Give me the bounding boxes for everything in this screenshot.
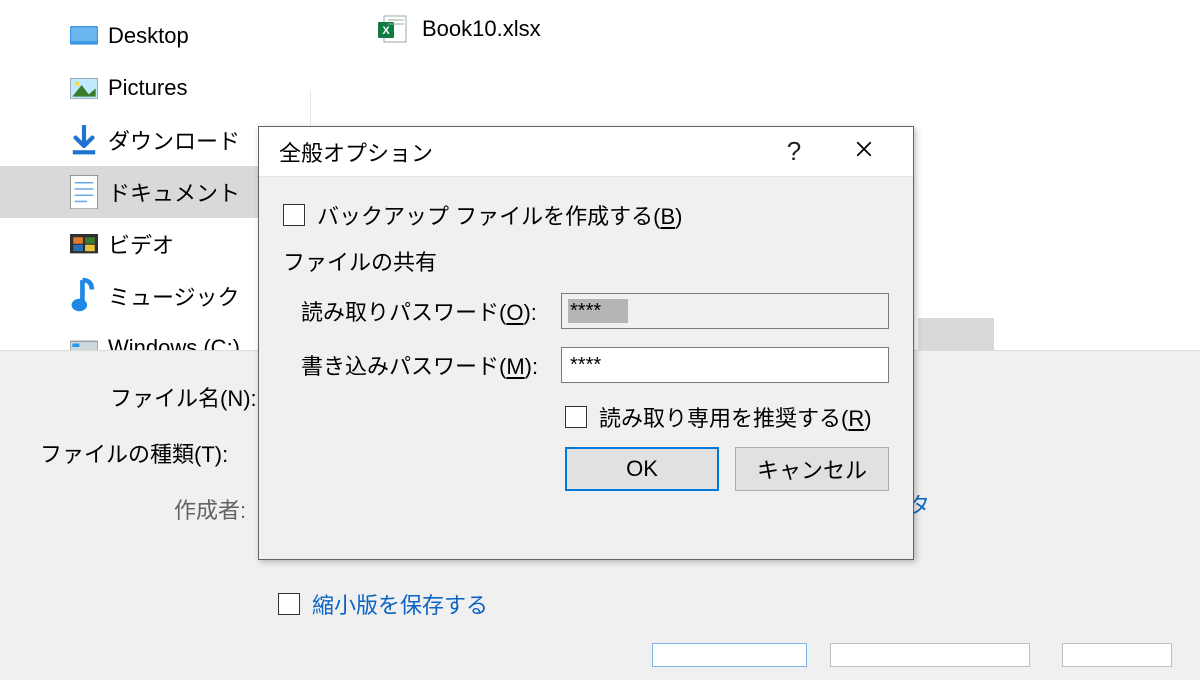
checkbox-icon[interactable] — [278, 593, 300, 615]
write-password-input[interactable] — [561, 347, 889, 383]
help-button[interactable]: ? — [759, 136, 829, 167]
read-password-row: 読み取りパスワード(O): — [283, 293, 889, 329]
sidebar-item-label: ビデオ — [108, 228, 174, 260]
read-password-label: 読み取りパスワード(O): — [283, 295, 561, 327]
close-button[interactable] — [829, 140, 899, 164]
author-label: 作成者: — [174, 493, 246, 525]
filename-label: ファイル名(N): — [110, 381, 257, 413]
general-options-dialog: 全般オプション ? バックアップ ファイルを作成する(B) ファイルの共有 読み… — [258, 126, 914, 560]
backup-label: バックアップ ファイルを作成する(B) — [317, 199, 682, 231]
readonly-recommend-label: 読み取り専用を推奨する(R) — [599, 401, 872, 433]
ok-button[interactable]: OK — [565, 447, 719, 491]
file-name: Book10.xlsx — [422, 16, 541, 42]
ghost-button[interactable] — [830, 643, 1030, 667]
thumbnail-checkbox-row[interactable]: 縮小版を保存する — [278, 588, 488, 620]
video-icon — [70, 232, 98, 256]
file-item[interactable]: X Book10.xlsx — [378, 14, 541, 44]
document-icon — [70, 180, 98, 204]
ghost-button[interactable] — [1062, 643, 1172, 667]
sidebar-item-label: ダウンロード — [108, 124, 240, 156]
dialog-titlebar: 全般オプション ? — [259, 127, 913, 177]
checkbox-icon[interactable] — [565, 406, 587, 428]
close-icon — [855, 140, 873, 158]
dialog-title: 全般オプション — [273, 136, 433, 168]
sidebar-item-label: ドキュメント — [108, 176, 240, 208]
backup-checkbox-row[interactable]: バックアップ ファイルを作成する(B) — [283, 199, 889, 231]
dialog-button-row: OK キャンセル — [565, 447, 889, 491]
checkbox-icon[interactable] — [283, 204, 305, 226]
readonly-recommend-row[interactable]: 読み取り専用を推奨する(R) — [565, 401, 889, 433]
filetype-label: ファイルの種類(T): — [40, 437, 228, 469]
file-sharing-section-label: ファイルの共有 — [283, 245, 889, 277]
write-password-row: 書き込みパスワード(M): — [283, 347, 889, 383]
sidebar-item-label: ミュージック — [108, 280, 240, 312]
music-icon — [70, 284, 98, 308]
file-list-area: X Book10.xlsx — [310, 0, 1200, 90]
pictures-icon — [70, 76, 98, 100]
monitor-icon — [70, 24, 98, 48]
sidebar-item-pictures[interactable]: Pictures — [0, 62, 310, 114]
sidebar-item-desktop[interactable]: Desktop — [0, 10, 310, 62]
read-password-input[interactable] — [561, 293, 889, 329]
download-icon — [70, 128, 98, 152]
cancel-button[interactable]: キャンセル — [735, 447, 889, 491]
write-password-label: 書き込みパスワード(M): — [283, 349, 561, 381]
scroll-shade — [918, 318, 994, 350]
sidebar-item-label: Pictures — [108, 75, 187, 101]
svg-text:X: X — [382, 25, 390, 37]
ghost-button[interactable] — [652, 643, 807, 667]
sidebar-item-label: Desktop — [108, 23, 189, 49]
excel-file-icon: X — [378, 14, 408, 44]
thumbnail-label: 縮小版を保存する — [312, 588, 488, 620]
